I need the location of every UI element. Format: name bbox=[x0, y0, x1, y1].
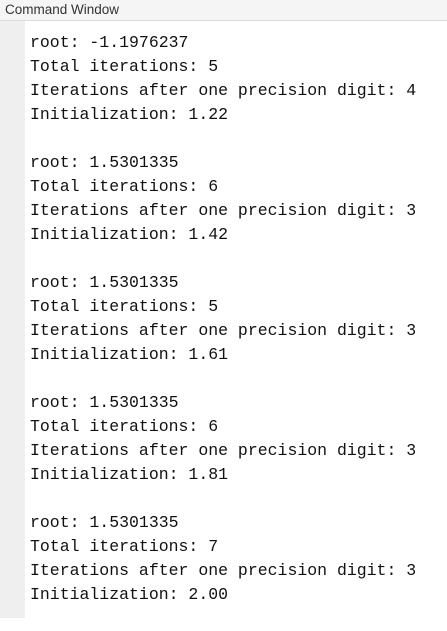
initialization-line: Initialization: 1.61 bbox=[30, 345, 229, 364]
command-window-gutter bbox=[0, 21, 25, 618]
initialization-line: Initialization: 1.81 bbox=[30, 465, 229, 484]
total-iterations-line: Total iterations: 5 bbox=[30, 57, 219, 76]
iterations-after-line: Iterations after one precision digit: 3 bbox=[30, 321, 417, 340]
output-block: root: 1.5301335 Total iterations: 5 Iter… bbox=[30, 271, 447, 367]
root-line: root: 1.5301335 bbox=[30, 153, 179, 172]
total-iterations-line: Total iterations: 5 bbox=[30, 297, 219, 316]
initialization-line: Initialization: 1.22 bbox=[30, 105, 229, 124]
output-block: root: 1.5301335 Total iterations: 6 Iter… bbox=[30, 151, 447, 247]
initialization-line: Initialization: 1.42 bbox=[30, 225, 229, 244]
output-block: root: 1.5301335 Total iterations: 7 Iter… bbox=[30, 511, 447, 607]
total-iterations-line: Total iterations: 6 bbox=[30, 177, 219, 196]
iterations-after-line: Iterations after one precision digit: 4 bbox=[30, 81, 417, 100]
iterations-after-line: Iterations after one precision digit: 3 bbox=[30, 201, 417, 220]
window-title: Command Window bbox=[5, 2, 120, 17]
root-line: root: 1.5301335 bbox=[30, 513, 179, 532]
command-window-titlebar: Command Window bbox=[0, 0, 447, 21]
root-line: root: -1.1976237 bbox=[30, 33, 189, 52]
root-line: root: 1.5301335 bbox=[30, 393, 179, 412]
total-iterations-line: Total iterations: 6 bbox=[30, 417, 219, 436]
root-line: root: 1.5301335 bbox=[30, 273, 179, 292]
initialization-line: Initialization: 2.00 bbox=[30, 585, 229, 604]
iterations-after-line: Iterations after one precision digit: 3 bbox=[30, 561, 417, 580]
iterations-after-line: Iterations after one precision digit: 3 bbox=[30, 441, 417, 460]
command-window-output[interactable]: root: -1.1976237 Total iterations: 5 Ite… bbox=[30, 31, 447, 631]
output-block: root: -1.1976237 Total iterations: 5 Ite… bbox=[30, 31, 447, 127]
total-iterations-line: Total iterations: 7 bbox=[30, 537, 219, 556]
output-block: root: 1.5301335 Total iterations: 6 Iter… bbox=[30, 391, 447, 487]
